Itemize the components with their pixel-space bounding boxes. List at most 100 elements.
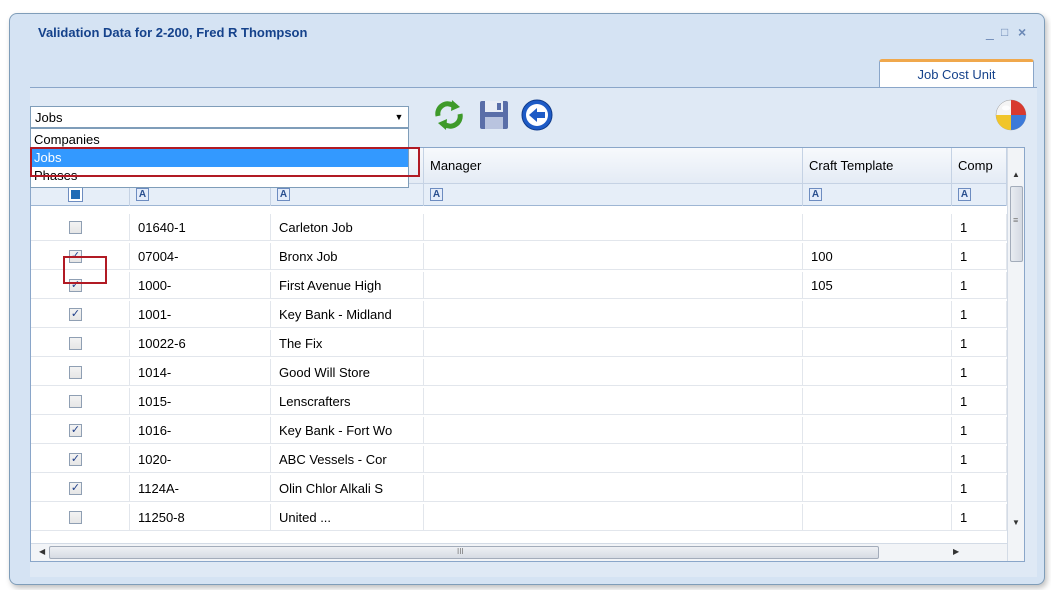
horizontal-scrollbar[interactable]: ◀ III ▶ bbox=[31, 543, 1007, 561]
cell-comp: 1 bbox=[952, 446, 1007, 473]
cell-comp: 1 bbox=[952, 243, 1007, 270]
cell-craft-template bbox=[803, 475, 952, 502]
table-row[interactable]: ✓ 1124A- Olin Chlor Alkali S 1 bbox=[31, 475, 1024, 502]
cell-job: 1015- bbox=[130, 388, 271, 415]
cell-craft-template bbox=[803, 504, 952, 531]
row-checkbox[interactable] bbox=[69, 511, 82, 524]
row-checkbox[interactable] bbox=[69, 395, 82, 408]
table-row[interactable]: 1015- Lenscrafters 1 bbox=[31, 388, 1024, 415]
cell-description: Key Bank - Fort Wo bbox=[271, 417, 424, 444]
cell-manager bbox=[424, 388, 803, 415]
maximize-button[interactable]: □ bbox=[1001, 25, 1008, 39]
record-type-value: Jobs bbox=[35, 110, 63, 125]
vertical-scrollbar[interactable]: ▲ ≡ ▼ bbox=[1007, 148, 1024, 561]
cell-manager bbox=[424, 214, 803, 241]
column-header-craft-template[interactable]: Craft Template bbox=[803, 148, 952, 184]
save-icon[interactable] bbox=[477, 98, 511, 132]
cell-description: The Fix bbox=[271, 330, 424, 357]
close-button[interactable]: × bbox=[1018, 24, 1026, 40]
row-checkbox[interactable] bbox=[69, 366, 82, 379]
filter-cell-manager: A bbox=[424, 184, 803, 206]
cell-job: 11250-8 bbox=[130, 504, 271, 531]
cell-description: Olin Chlor Alkali S bbox=[271, 475, 424, 502]
table-row[interactable]: 01640-1 Carleton Job 1 bbox=[31, 214, 1024, 241]
cell-description: United ... bbox=[271, 504, 424, 531]
refresh-icon[interactable] bbox=[432, 98, 466, 132]
chevron-down-icon[interactable]: ▼ bbox=[390, 107, 408, 127]
cell-comp: 1 bbox=[952, 504, 1007, 531]
cell-job: 07004- bbox=[130, 243, 271, 270]
cell-craft-template bbox=[803, 417, 952, 444]
filter-icon[interactable]: A bbox=[277, 188, 290, 201]
scroll-right-icon[interactable]: ▶ bbox=[953, 547, 959, 556]
cell-select: ✓ bbox=[31, 475, 130, 502]
cell-select: ✓ bbox=[31, 446, 130, 473]
cell-description: First Avenue High bbox=[271, 272, 424, 299]
tab-job-cost-unit[interactable]: Job Cost Unit bbox=[879, 59, 1034, 89]
cell-comp: 1 bbox=[952, 330, 1007, 357]
cell-description: Bronx Job bbox=[271, 243, 424, 270]
column-header-manager[interactable]: Manager bbox=[424, 148, 803, 184]
table-row[interactable]: ✓ 1016- Key Bank - Fort Wo 1 bbox=[31, 417, 1024, 444]
record-type-select[interactable]: Jobs ▼ bbox=[30, 106, 409, 128]
cell-comp: 1 bbox=[952, 301, 1007, 328]
cell-craft-template bbox=[803, 446, 952, 473]
cell-craft-template bbox=[803, 388, 952, 415]
cell-description: Lenscrafters bbox=[271, 388, 424, 415]
table-row[interactable]: ✓ 1001- Key Bank - Midland 1 bbox=[31, 301, 1024, 328]
cell-select: ✓ bbox=[31, 417, 130, 444]
grip-icon: ≡ bbox=[1013, 215, 1019, 225]
cell-select bbox=[31, 359, 130, 386]
column-header-comp[interactable]: Comp bbox=[952, 148, 1007, 184]
filter-cell-comp: A bbox=[952, 184, 1007, 206]
scroll-down-icon[interactable]: ▼ bbox=[1012, 518, 1020, 527]
cell-manager bbox=[424, 504, 803, 531]
table-row[interactable]: 10022-6 The Fix 1 bbox=[31, 330, 1024, 357]
minimize-button[interactable]: _ bbox=[986, 24, 994, 40]
title-bar: Validation Data for 2-200, Fred R Thomps… bbox=[10, 14, 1044, 44]
row-checkbox[interactable]: ✓ bbox=[69, 424, 82, 437]
cell-select bbox=[31, 388, 130, 415]
vertical-scroll-thumb[interactable]: ≡ bbox=[1010, 186, 1023, 262]
cell-job: 1001- bbox=[130, 301, 271, 328]
cell-select bbox=[31, 214, 130, 241]
highlight-box-jobs bbox=[30, 147, 420, 177]
beach-ball-icon[interactable] bbox=[994, 98, 1028, 132]
cell-description: Carleton Job bbox=[271, 214, 424, 241]
cell-select bbox=[31, 330, 130, 357]
filter-icon[interactable]: A bbox=[430, 188, 443, 201]
select-all-checkbox[interactable] bbox=[68, 187, 83, 202]
cell-manager bbox=[424, 301, 803, 328]
row-checkbox[interactable] bbox=[69, 221, 82, 234]
table-row[interactable]: ✓ 1020- ABC Vessels - Cor 1 bbox=[31, 446, 1024, 473]
back-arrow-icon[interactable] bbox=[520, 98, 554, 132]
cell-craft-template bbox=[803, 301, 952, 328]
cell-craft-template bbox=[803, 359, 952, 386]
row-checkbox[interactable] bbox=[69, 337, 82, 350]
cell-manager bbox=[424, 417, 803, 444]
row-checkbox[interactable]: ✓ bbox=[69, 308, 82, 321]
filter-icon[interactable]: A bbox=[958, 188, 971, 201]
cell-craft-template: 105 bbox=[803, 272, 952, 299]
cell-description: ABC Vessels - Cor bbox=[271, 446, 424, 473]
cell-comp: 1 bbox=[952, 417, 1007, 444]
scroll-left-icon[interactable]: ◀ bbox=[39, 547, 45, 556]
table-row[interactable]: ✓ 07004- Bronx Job 100 1 bbox=[31, 243, 1024, 270]
cell-manager bbox=[424, 330, 803, 357]
cell-job: 1014- bbox=[130, 359, 271, 386]
table-row[interactable]: ✓ 1000- First Avenue High 105 1 bbox=[31, 272, 1024, 299]
cell-comp: 1 bbox=[952, 359, 1007, 386]
cell-craft-template: 100 bbox=[803, 243, 952, 270]
row-checkbox[interactable]: ✓ bbox=[69, 482, 82, 495]
cell-select: ✓ bbox=[31, 301, 130, 328]
cell-craft-template bbox=[803, 214, 952, 241]
filter-icon[interactable]: A bbox=[136, 188, 149, 201]
row-checkbox[interactable]: ✓ bbox=[69, 453, 82, 466]
table-row[interactable]: 1014- Good Will Store 1 bbox=[31, 359, 1024, 386]
scroll-up-icon[interactable]: ▲ bbox=[1012, 170, 1020, 179]
filter-icon[interactable]: A bbox=[809, 188, 822, 201]
cell-manager bbox=[424, 446, 803, 473]
table-row[interactable]: 11250-8 United ... 1 bbox=[31, 504, 1024, 531]
cell-manager bbox=[424, 475, 803, 502]
horizontal-scroll-thumb[interactable]: III bbox=[49, 546, 879, 559]
